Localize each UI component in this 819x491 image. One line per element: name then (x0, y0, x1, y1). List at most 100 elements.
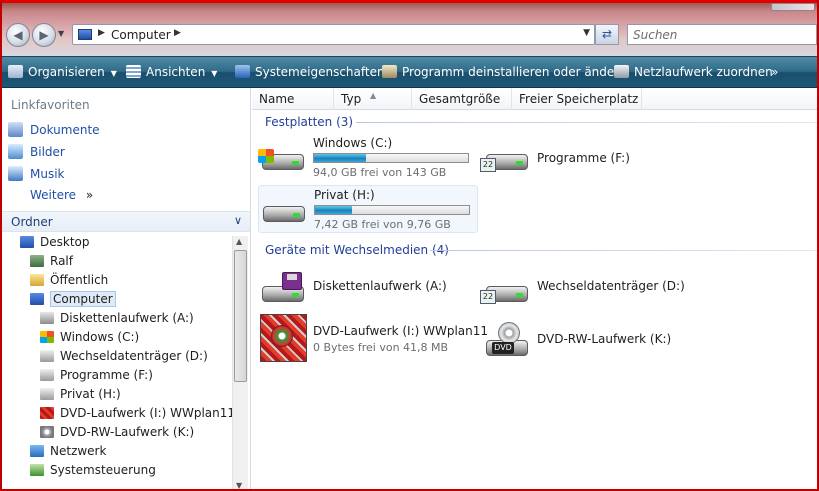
navigation-pane: Linkfavoriten Dokumente Bilder Musik Wei… (2, 88, 251, 489)
column-free-space[interactable]: Freier Speicherplatz (512, 88, 642, 110)
explorer-window: ◀ ▶ ▼ ▶ Computer ▶ ▼ ⇄ Suchen Organisier… (0, 0, 819, 491)
column-name[interactable]: Name (252, 88, 334, 110)
pictures-icon (8, 144, 23, 159)
favorite-documents[interactable]: Dokumente (8, 122, 100, 140)
floppy-disk-icon (282, 272, 302, 290)
group-divider (356, 122, 817, 123)
group-removable[interactable]: Geräte mit Wechselmedien (4) (265, 243, 449, 257)
refresh-icon: ⇄ (601, 27, 613, 41)
tree-item-floppy[interactable]: Diskettenlaufwerk (A:) (40, 311, 194, 329)
column-type[interactable]: Typ ▲ (334, 88, 412, 110)
documents-icon (8, 122, 23, 137)
title-accent-strip (2, 0, 817, 3)
drive-badge-icon: 22 (480, 290, 496, 304)
tree-item-user[interactable]: Ralf (30, 254, 73, 272)
chevron-down-icon: ∨ (233, 214, 242, 227)
scroll-up-icon[interactable]: ▲ (236, 237, 242, 246)
capacity-bar (313, 153, 469, 163)
drive-dvd-i[interactable]: DVD-Laufwerk (I:) WWplan11 0 Bytes frei … (258, 314, 488, 362)
forward-arrow-icon: ▶ (39, 28, 49, 42)
back-arrow-icon: ◀ (13, 28, 23, 42)
tree-item-removable-d[interactable]: Wechseldatenträger (D:) (40, 349, 208, 367)
map-network-drive-button[interactable]: Netzlaufwerk zuordnen (614, 64, 773, 82)
views-icon (126, 65, 141, 78)
desktop-icon (20, 236, 34, 248)
group-hard-disks[interactable]: Festplatten (3) (265, 115, 353, 129)
content-pane: Name Typ ▲ Gesamtgröße Freier Speicherpl… (252, 88, 817, 489)
dvd-logo-icon: DVD (492, 342, 514, 354)
tree-item-windows-c[interactable]: Windows (C:) (40, 330, 139, 348)
column-header: Name Typ ▲ Gesamtgröße Freier Speicherpl… (252, 88, 817, 110)
tree-item-network[interactable]: Netzwerk (30, 444, 106, 462)
address-bar[interactable]: ▶ Computer ▶ ▼ (72, 24, 595, 45)
folder-icon (30, 274, 44, 286)
control-panel-icon (30, 464, 44, 476)
tree-item-privat-h[interactable]: Privat (H:) (40, 387, 121, 405)
dvd-drive-icon: DVD (484, 322, 528, 360)
hard-drive-icon (40, 369, 54, 381)
refresh-button[interactable]: ⇄ (595, 24, 619, 45)
computer-icon (78, 29, 92, 40)
column-total-size[interactable]: Gesamtgröße (412, 88, 512, 110)
window-controls[interactable] (771, 3, 815, 11)
forward-button[interactable]: ▶ (32, 23, 56, 47)
sort-ascending-icon: ▲ (370, 91, 377, 100)
dvd-media-icon (260, 314, 307, 362)
network-icon (30, 445, 44, 457)
folders-header[interactable]: Ordner ∨ (2, 211, 250, 232)
capacity-fill (314, 154, 367, 162)
back-button[interactable]: ◀ (6, 23, 30, 47)
dvd-drive-icon (40, 426, 54, 438)
dvd-media-icon (40, 407, 54, 419)
system-properties-button[interactable]: Systemeigenschaften (235, 64, 385, 82)
tree-item-desktop[interactable]: Desktop (20, 235, 90, 253)
tree-item-dvd-rw-k[interactable]: DVD-RW-Laufwerk (K:) (40, 425, 194, 443)
tree-item-computer[interactable]: Computer (30, 291, 116, 310)
system-properties-icon (235, 65, 250, 78)
search-input[interactable]: Suchen (627, 24, 817, 45)
history-dropdown-icon[interactable]: ▼ (58, 29, 68, 39)
tree-item-programme-f[interactable]: Programme (F:) (40, 368, 153, 386)
tree-item-public[interactable]: Öffentlich (30, 273, 108, 291)
favorites-header: Linkfavoriten (11, 98, 90, 112)
favorite-music[interactable]: Musik (8, 166, 65, 184)
more-commands-button[interactable]: » (771, 64, 778, 82)
command-bar: Organisieren ▼ Ansichten ▼ Systemeigenscha… (2, 57, 817, 88)
search-placeholder: Suchen (633, 28, 678, 42)
favorite-more[interactable]: Weitere » (30, 188, 93, 206)
hard-drive-icon (261, 196, 305, 226)
user-folder-icon (30, 255, 44, 267)
capacity-fill (315, 206, 352, 214)
programs-icon (382, 65, 397, 78)
organize-icon (8, 65, 23, 78)
drive-removable-d[interactable]: 22 Wechseldatenträger (D:) (480, 264, 702, 312)
removable-drive-icon: 22 (480, 276, 528, 306)
tree-item-control-panel[interactable]: Systemsteuerung (30, 463, 156, 481)
drive-windows-c[interactable]: Windows (C:) 94,0 GB frei von 143 GB (258, 134, 478, 182)
breadcrumb-chevron-icon[interactable]: ▶ (98, 28, 105, 38)
breadcrumb-chevron-icon[interactable]: ▶ (174, 28, 181, 38)
scroll-down-icon[interactable]: ▼ (236, 481, 242, 489)
hard-drive-icon (40, 388, 54, 400)
computer-icon (30, 293, 44, 305)
removable-drive-icon (40, 350, 54, 362)
views-button[interactable]: Ansichten ▼ (126, 64, 217, 82)
breadcrumb-computer[interactable]: Computer (111, 28, 171, 42)
tree-item-dvd-i[interactable]: DVD-Laufwerk (I:) WWplan11 (40, 406, 235, 424)
drive-programme-f[interactable]: 22 Programme (F:) (480, 134, 682, 182)
chevron-down-icon: ▼ (211, 69, 218, 78)
drive-dvd-rw-k[interactable]: DVD DVD-RW-Laufwerk (K:) (482, 314, 702, 362)
tree-scrollbar[interactable]: ▲ ▼ (232, 236, 248, 489)
drive-privat-h[interactable]: Privat (H:) 7,42 GB frei von 9,76 GB (258, 185, 478, 233)
hard-drive-icon: 22 (480, 144, 528, 174)
organize-button[interactable]: Organisieren ▼ (8, 64, 117, 82)
address-dropdown-icon[interactable]: ▼ (583, 28, 590, 38)
drive-floppy-a[interactable]: Diskettenlaufwerk (A:) (258, 264, 478, 312)
uninstall-program-button[interactable]: Programm deinstallieren oder ändern (382, 64, 627, 82)
scroll-thumb[interactable] (234, 250, 247, 382)
title-bar: ◀ ▶ ▼ ▶ Computer ▶ ▼ ⇄ Suchen (2, 0, 817, 57)
group-divider (430, 250, 817, 251)
favorite-pictures[interactable]: Bilder (8, 144, 65, 162)
system-drive-icon (40, 331, 54, 343)
chevron-down-icon: ▼ (110, 69, 117, 78)
